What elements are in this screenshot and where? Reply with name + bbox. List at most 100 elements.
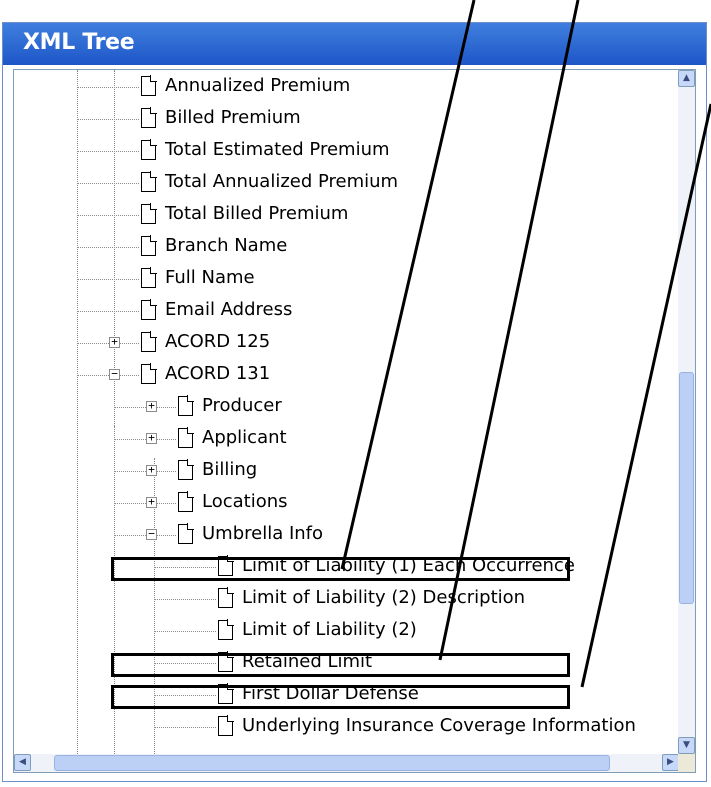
- xml-tree-panel: XML Tree Annualized Premium Billed Premiu…: [2, 22, 707, 782]
- tree-node[interactable]: Underlying Insurance Coverage Informatio…: [14, 713, 679, 743]
- tree-connector: [154, 599, 216, 600]
- tree-node-label: Billing: [202, 459, 258, 480]
- document-icon: [141, 331, 157, 352]
- vertical-scroll-thumb[interactable]: [679, 372, 694, 604]
- scroll-up-button[interactable]: ▲: [678, 70, 695, 87]
- chevron-down-icon: ▼: [683, 740, 690, 750]
- tree-node-label: Total Annualized Premium: [165, 171, 399, 192]
- document-icon: [141, 107, 157, 128]
- document-icon: [178, 459, 194, 480]
- tree-connector: [77, 375, 139, 376]
- document-icon: [141, 203, 157, 224]
- tree-node[interactable]: Limit of Liability (2): [14, 617, 679, 647]
- tree-connector: [77, 119, 139, 120]
- tree-connector: [154, 727, 216, 728]
- tree-connector: [114, 407, 176, 408]
- panel-title: XML Tree: [23, 30, 135, 55]
- document-icon: [141, 363, 157, 384]
- tree-content: Annualized Premium Billed Premium Total Es…: [14, 70, 679, 754]
- tree-node[interactable]: + Locations: [14, 489, 679, 519]
- expand-toggle[interactable]: +: [146, 464, 157, 476]
- tree-node[interactable]: Total Annualized Premium: [14, 169, 679, 199]
- tree-node-label: Umbrella Info: [202, 523, 324, 544]
- tree-view[interactable]: Annualized Premium Billed Premium Total Es…: [13, 69, 696, 773]
- tree-connector: [114, 471, 176, 472]
- tree-node-label: Total Billed Premium: [165, 203, 349, 224]
- tree-node[interactable]: Annualized Premium: [14, 73, 679, 103]
- tree-node-label: Limit of Liability (2): [242, 619, 417, 640]
- tree-connector: [77, 183, 139, 184]
- tree-node-label: ACORD 131: [165, 363, 271, 384]
- scroll-down-button[interactable]: ▼: [678, 737, 695, 754]
- document-icon: [218, 619, 234, 640]
- tree-connector: [77, 87, 139, 88]
- tree-node-label: Limit of Liability (2) Description: [242, 587, 526, 608]
- tree-node[interactable]: Billed Premium: [14, 105, 679, 135]
- tree-node[interactable]: Full Name: [14, 265, 679, 295]
- highlight-box: [111, 685, 570, 709]
- tree-node-label: Total Estimated Premium: [165, 139, 390, 160]
- tree-connector: [77, 247, 139, 248]
- tree-node[interactable]: − ACORD 131: [14, 361, 679, 391]
- highlight-box: [111, 653, 570, 677]
- panel-title-bar: XML Tree: [3, 23, 706, 65]
- document-icon: [141, 299, 157, 320]
- tree-connector: [114, 439, 176, 440]
- tree-node-label: Applicant: [202, 427, 287, 448]
- tree-node[interactable]: + ACORD 125: [14, 329, 679, 359]
- tree-node[interactable]: Email Address: [14, 297, 679, 327]
- tree-connector: [77, 311, 139, 312]
- expand-toggle[interactable]: +: [109, 336, 120, 348]
- tree-node-label: Producer: [202, 395, 282, 416]
- horizontal-scrollbar[interactable]: ◀ ▶: [14, 754, 679, 772]
- document-icon: [178, 395, 194, 416]
- expand-toggle[interactable]: +: [146, 400, 157, 412]
- chevron-right-icon: ▶: [667, 757, 674, 767]
- tree-node[interactable]: Total Billed Premium: [14, 201, 679, 231]
- document-icon: [141, 75, 157, 96]
- tree-node-label: Underlying Insurance Coverage Informatio…: [242, 715, 636, 736]
- document-icon: [178, 427, 194, 448]
- scrollbar-corner: [678, 754, 695, 772]
- vertical-scrollbar[interactable]: ▲ ▼: [678, 70, 695, 754]
- highlight-box: [111, 557, 570, 581]
- document-icon: [178, 523, 194, 544]
- tree-node-label: ACORD 125: [165, 331, 271, 352]
- tree-connector: [77, 279, 139, 280]
- document-icon: [218, 715, 234, 736]
- tree-node[interactable]: Limit of Liability (2) Description: [14, 585, 679, 615]
- tree-connector: [114, 503, 176, 504]
- tree-node-label: Annualized Premium: [165, 75, 351, 96]
- tree-node[interactable]: Total Estimated Premium: [14, 137, 679, 167]
- document-icon: [141, 139, 157, 160]
- scroll-left-button[interactable]: ◀: [14, 754, 31, 771]
- expand-toggle[interactable]: +: [146, 496, 157, 508]
- tree-node-label: Email Address: [165, 299, 293, 320]
- tree-connector: [77, 151, 139, 152]
- tree-node-label: Full Name: [165, 267, 255, 288]
- tree-node-label: Billed Premium: [165, 107, 301, 128]
- tree-node[interactable]: − Umbrella Info: [14, 521, 679, 551]
- tree-node-label: Branch Name: [165, 235, 288, 256]
- chevron-left-icon: ◀: [19, 757, 26, 767]
- tree-connector: [154, 631, 216, 632]
- tree-connector: [114, 535, 176, 536]
- scroll-right-button[interactable]: ▶: [662, 754, 679, 771]
- chevron-up-icon: ▲: [683, 73, 690, 83]
- collapse-toggle[interactable]: −: [146, 528, 157, 540]
- tree-node[interactable]: Branch Name: [14, 233, 679, 263]
- document-icon: [141, 171, 157, 192]
- expand-toggle[interactable]: +: [146, 432, 157, 444]
- horizontal-scroll-thumb[interactable]: [54, 755, 610, 771]
- tree-node-label: Locations: [202, 491, 288, 512]
- document-icon: [141, 235, 157, 256]
- document-icon: [178, 491, 194, 512]
- collapse-toggle[interactable]: −: [109, 368, 120, 380]
- document-icon: [141, 267, 157, 288]
- tree-connector: [77, 215, 139, 216]
- tree-node[interactable]: + Billing: [14, 457, 679, 487]
- tree-node[interactable]: + Applicant: [14, 425, 679, 455]
- tree-node[interactable]: + Producer: [14, 393, 679, 423]
- document-icon: [218, 587, 234, 608]
- tree-connector: [77, 343, 139, 344]
